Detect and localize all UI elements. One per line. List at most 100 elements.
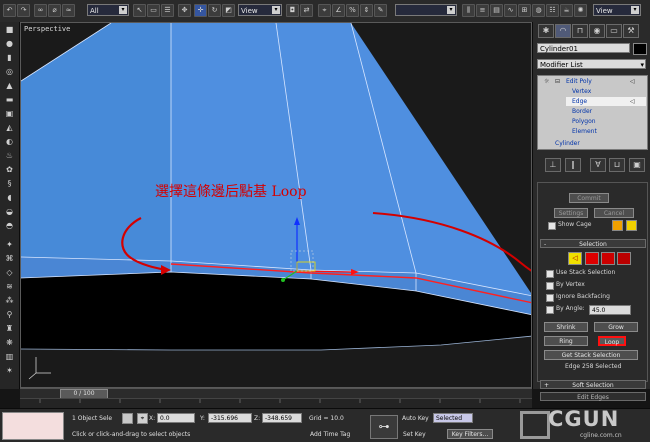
expand-icon[interactable]: ⊟ bbox=[555, 77, 560, 86]
modifier-list-dropdown[interactable]: Modifier List ▾ bbox=[537, 59, 646, 69]
stack-item-cylinder[interactable]: Cylinder bbox=[555, 139, 580, 148]
light-icon[interactable]: ✦ bbox=[4, 240, 15, 249]
absolute-mode-icon[interactable]: ⌖ bbox=[137, 413, 148, 424]
named-selection-icon[interactable]: ✎ bbox=[374, 4, 387, 17]
show-end-result-icon[interactable]: ‖ bbox=[565, 158, 581, 172]
select-move-icon[interactable]: ✥ bbox=[178, 4, 191, 17]
soft-selection-rollout-header[interactable]: + Soft Selection bbox=[540, 380, 646, 389]
edit-edges-rollout-header[interactable]: Edit Edges bbox=[540, 392, 646, 401]
select-icon[interactable]: ↖ bbox=[133, 4, 146, 17]
plane-icon[interactable]: ▬ bbox=[4, 95, 15, 104]
polygon-mode-icon[interactable] bbox=[617, 252, 631, 265]
lock-selection-icon[interactable] bbox=[122, 413, 133, 424]
maxscript-listener[interactable] bbox=[2, 412, 64, 440]
commit-button[interactable]: Commit bbox=[569, 193, 609, 203]
z-coordinate-field[interactable]: -348.659 bbox=[262, 413, 302, 423]
add-time-tag-button[interactable]: Add Time Tag bbox=[310, 430, 350, 439]
show-cage-checkbox[interactable] bbox=[548, 222, 556, 230]
pin-icon[interactable]: ◁ bbox=[630, 77, 635, 86]
remove-modifier-icon[interactable]: ⊔ bbox=[609, 158, 625, 172]
rotate-icon[interactable]: ↻ bbox=[208, 4, 221, 17]
cage-color-swatch[interactable] bbox=[612, 220, 623, 231]
hierarchy-tab-icon[interactable]: ⊓ bbox=[572, 24, 588, 38]
display-tab-icon[interactable]: ▭ bbox=[606, 24, 622, 38]
spring-icon[interactable]: § bbox=[4, 179, 15, 188]
make-unique-icon[interactable]: ∀ bbox=[590, 158, 606, 172]
bulb-icon[interactable]: ☼ bbox=[544, 77, 549, 86]
border-mode-icon[interactable] bbox=[601, 252, 615, 265]
spacewarp-icon[interactable]: ≋ bbox=[4, 282, 15, 291]
selection-filter-dropdown[interactable]: All ▾ bbox=[87, 4, 129, 16]
loft-icon[interactable]: ◒ bbox=[4, 207, 15, 216]
ring-button[interactable]: Ring bbox=[544, 336, 588, 346]
object-color-swatch[interactable] bbox=[633, 43, 647, 55]
material-icon[interactable]: ◍ bbox=[532, 4, 545, 17]
select-region-icon[interactable]: ▭ bbox=[147, 4, 160, 17]
modify-tab-icon[interactable]: ◠ bbox=[555, 24, 571, 38]
hair-icon[interactable]: ❋ bbox=[4, 338, 15, 347]
geosphere-icon[interactable]: ✿ bbox=[4, 165, 15, 174]
render-setup-icon[interactable]: ☷ bbox=[546, 4, 559, 17]
capsule-icon[interactable]: ◖ bbox=[4, 193, 15, 202]
grow-button[interactable]: Grow bbox=[594, 322, 638, 332]
render-icon[interactable]: ☕ bbox=[560, 4, 573, 17]
edge-mode-icon[interactable] bbox=[585, 252, 599, 265]
curve-editor-icon[interactable]: ∿ bbox=[504, 4, 517, 17]
named-selection-sets-dropdown[interactable]: ▾ bbox=[395, 4, 457, 16]
object-name-field[interactable]: Cylinder01 bbox=[537, 43, 630, 53]
helper-icon[interactable]: ◇ bbox=[4, 268, 15, 277]
bind-icon[interactable]: ≈ bbox=[62, 4, 75, 17]
render-type-dropdown[interactable]: View ▾ bbox=[593, 4, 641, 16]
camera-icon[interactable]: ⌘ bbox=[4, 254, 15, 263]
snap-icon[interactable]: ⌖ bbox=[318, 4, 331, 17]
x-coordinate-field[interactable]: 0.0 bbox=[157, 413, 195, 423]
scale-icon[interactable]: ◩ bbox=[222, 4, 235, 17]
get-stack-selection-button[interactable]: Get Stack Selection bbox=[544, 350, 638, 360]
layer-icon[interactable]: ▤ bbox=[490, 4, 503, 17]
modifier-stack[interactable]: ☼ ⊟ Edit Poly ◁ Vertex Edge ◁ Border Pol… bbox=[537, 75, 648, 150]
select-by-name-icon[interactable]: ☰ bbox=[161, 4, 174, 17]
torus-icon[interactable]: ◎ bbox=[4, 67, 15, 76]
stack-item-border[interactable]: Border bbox=[572, 107, 592, 116]
redo-icon[interactable]: ↷ bbox=[17, 4, 30, 17]
shrink-button[interactable]: Shrink bbox=[544, 322, 588, 332]
selection-rollout-header[interactable]: - Selection bbox=[540, 239, 646, 248]
box-icon[interactable]: ▣ bbox=[4, 109, 15, 118]
stack-item-edge[interactable]: Edge bbox=[572, 97, 587, 106]
bone-icon[interactable]: ⚲ bbox=[4, 310, 15, 319]
cloth-icon[interactable]: ▥ bbox=[4, 352, 15, 361]
set-key-button[interactable]: Set Key bbox=[403, 430, 426, 439]
perspective-viewport[interactable]: Perspective bbox=[20, 22, 532, 388]
motion-tab-icon[interactable]: ◉ bbox=[589, 24, 605, 38]
biped-icon[interactable]: ♜ bbox=[4, 324, 15, 333]
cylinder-icon[interactable]: ▮ bbox=[4, 53, 15, 62]
stack-item-polygon[interactable]: Polygon bbox=[572, 117, 596, 126]
vertex-mode-icon[interactable]: ◁ bbox=[568, 252, 582, 265]
pin-stack-icon[interactable]: ⊥ bbox=[545, 158, 561, 172]
link-icon[interactable]: ∞ bbox=[34, 4, 47, 17]
align-icon[interactable]: ≡ bbox=[476, 4, 489, 17]
pivot-icon[interactable]: ◘ bbox=[286, 4, 299, 17]
tube-icon[interactable]: ◐ bbox=[4, 137, 15, 146]
quick-render-icon[interactable]: ✺ bbox=[574, 4, 587, 17]
sphere-icon[interactable]: ● bbox=[4, 39, 15, 48]
ignore-backfacing-checkbox[interactable] bbox=[546, 294, 554, 302]
reference-coordinate-dropdown[interactable]: View ▾ bbox=[238, 4, 282, 16]
viewport-label[interactable]: Perspective bbox=[24, 25, 70, 33]
key-selection-dropdown[interactable]: Selected bbox=[433, 413, 473, 423]
utilities-tab-icon[interactable]: ⚒ bbox=[623, 24, 639, 38]
pyramid-icon[interactable]: ◭ bbox=[4, 123, 15, 132]
use-stack-selection-checkbox[interactable] bbox=[546, 270, 554, 278]
angle-spinner[interactable]: 45.0 bbox=[589, 305, 631, 315]
mirror-icon[interactable]: ⫼ bbox=[462, 4, 475, 17]
teapot-icon[interactable]: ♨ bbox=[4, 151, 15, 160]
settings-button[interactable]: Settings bbox=[554, 208, 588, 218]
stack-item-vertex[interactable]: Vertex bbox=[572, 87, 591, 96]
move-icon[interactable]: ✛ bbox=[194, 4, 207, 17]
key-filters-button[interactable]: Key Filters... bbox=[447, 429, 493, 439]
configure-sets-icon[interactable]: ▣ bbox=[629, 158, 645, 172]
reactor-icon[interactable]: ✶ bbox=[4, 366, 15, 375]
stack-item-element[interactable]: Element bbox=[572, 127, 597, 136]
create-tab-icon[interactable]: ✱ bbox=[538, 24, 554, 38]
schematic-icon[interactable]: ⊞ bbox=[518, 4, 531, 17]
